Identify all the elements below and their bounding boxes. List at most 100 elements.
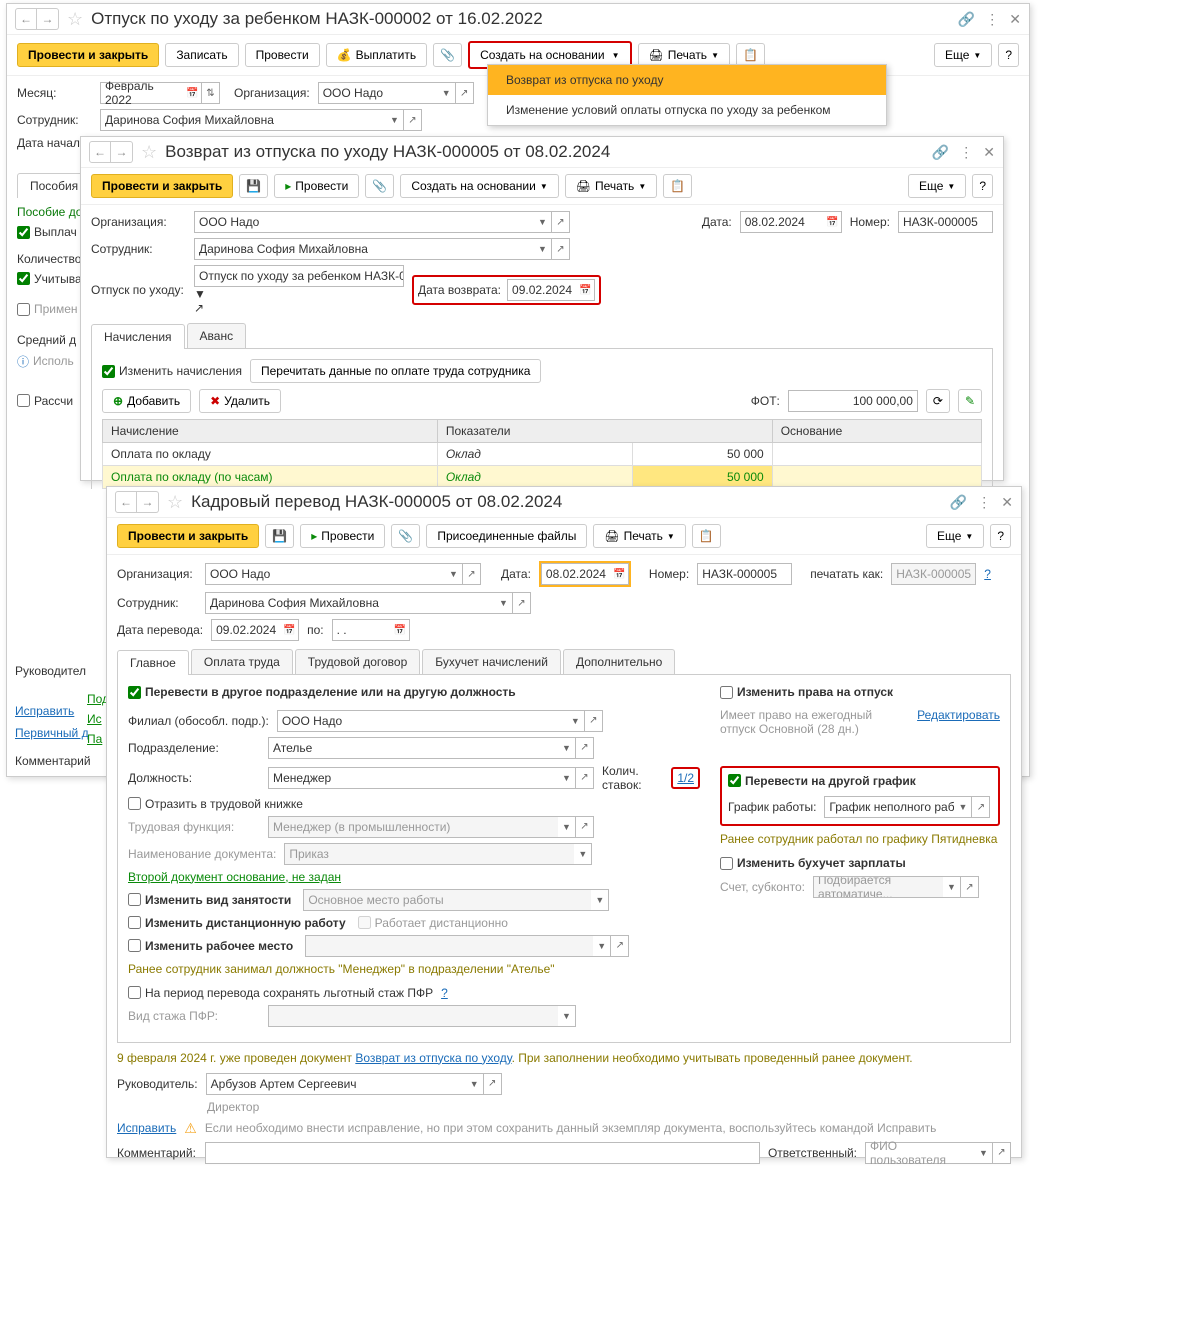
chk-transfer[interactable]: Перевести в другое подразделение или на … [128, 685, 516, 699]
emp-dd[interactable]: ▼ [534, 238, 552, 260]
month-cal-icon[interactable]: 📅 [184, 82, 202, 104]
resp-dd[interactable]: ▼ [975, 1142, 993, 1164]
help-button[interactable]: ? [990, 524, 1011, 548]
pos-input[interactable]: Менеджер [268, 767, 558, 789]
org-input[interactable]: ООО Надо [318, 82, 438, 104]
print-button[interactable]: 🖨 Печать ▼ [593, 524, 685, 548]
org-dd[interactable]: ▼ [445, 563, 463, 585]
nav-back[interactable]: ← [15, 8, 37, 30]
func-dd[interactable]: ▼ [558, 816, 576, 838]
resp-input[interactable]: ФИО пользователя [865, 1142, 975, 1164]
month-input[interactable]: Февраль 2022 [100, 82, 184, 104]
post-button[interactable]: Провести [245, 43, 320, 67]
dep-input[interactable]: Ателье [268, 737, 558, 759]
more-button[interactable]: Еще ▼ [926, 524, 984, 548]
tdate-cal[interactable]: 📅 [281, 619, 299, 641]
nav-back[interactable]: ← [89, 141, 111, 163]
acc-dd[interactable]: ▼ [943, 876, 961, 898]
date-input[interactable]: 08.02.2024 [541, 563, 611, 585]
sched-dd[interactable]: ▼ [954, 796, 972, 818]
fil-ext[interactable]: ↗ [585, 710, 603, 732]
emp-ext[interactable]: ↗ [404, 109, 422, 131]
org-input[interactable]: ООО Надо [205, 563, 445, 585]
post-close-button[interactable]: Провести и закрыть [17, 43, 159, 67]
tab-extra[interactable]: Дополнительно [563, 649, 675, 674]
del-button[interactable]: ✖ Удалить [199, 389, 281, 413]
second-doc-link[interactable]: Второй документ основание, не задан [128, 870, 341, 884]
link-icon[interactable]: 🔗 [932, 144, 949, 161]
workplace-dd[interactable]: ▼ [593, 935, 611, 957]
post-close-button[interactable]: Провести и закрыть [91, 174, 233, 198]
star-icon[interactable]: ☆ [167, 492, 183, 513]
chk-pfr[interactable]: На период перевода сохранять льготный ст… [128, 986, 433, 1000]
nav-fwd[interactable]: → [137, 491, 159, 513]
chk-sched[interactable]: Перевести на другой график [728, 774, 916, 788]
emp-dd[interactable]: ▼ [495, 592, 513, 614]
copy-button[interactable]: 📋 [663, 174, 692, 198]
print-button[interactable]: 🖨 Печать ▼ [565, 174, 657, 198]
help-button[interactable]: ? [972, 174, 993, 198]
add-button[interactable]: ⊕ Добавить [102, 389, 191, 413]
ruk-ext[interactable]: ↗ [484, 1073, 502, 1095]
sched-input[interactable]: График неполного рабочего [824, 796, 954, 818]
to-cal[interactable]: 📅 [392, 619, 410, 641]
pos-ext[interactable]: ↗ [576, 767, 594, 789]
apply-checkbox[interactable]: Примен [17, 302, 78, 316]
printas-help[interactable]: ? [984, 567, 991, 581]
pay-checkbox[interactable]: Выплач [17, 225, 77, 239]
fot-input[interactable]: 100 000,00 [788, 390, 918, 412]
org-input[interactable]: ООО Надо [194, 211, 534, 233]
pay-button[interactable]: 💰Выплатить [326, 43, 427, 67]
org-ext[interactable]: ↗ [456, 82, 474, 104]
date-input[interactable]: 08.02.2024 [740, 211, 824, 233]
ruk-input[interactable]: Арбузов Артем Сергеевич [206, 1073, 466, 1095]
uch-checkbox[interactable]: Учитыва [17, 272, 82, 286]
tdate-input[interactable]: 09.02.2024 [211, 619, 281, 641]
save-button[interactable]: Записать [165, 43, 238, 67]
emptype-dd[interactable]: ▼ [591, 889, 609, 911]
leave-input[interactable]: Отпуск по уходу за ребенком НАЗК-0000 [194, 265, 404, 287]
nav-fwd[interactable]: → [111, 141, 133, 163]
emp-input[interactable]: Даринова София Михайловна [194, 238, 534, 260]
printas-input[interactable]: НАЗК-000005 [891, 563, 976, 585]
chk-vac-rights[interactable]: Изменить права на отпуск [720, 685, 893, 699]
attach-button[interactable]: 📎 [433, 43, 462, 67]
tab-avans[interactable]: Аванс [187, 323, 247, 348]
cal-icon[interactable]: 📅 [611, 563, 629, 585]
copy-button[interactable]: 📋 [692, 524, 721, 548]
func-ext[interactable]: ↗ [576, 816, 594, 838]
org-ext[interactable]: ↗ [463, 563, 481, 585]
emp-input[interactable]: Даринова София Михайловна [100, 109, 386, 131]
emp-ext[interactable]: ↗ [513, 592, 531, 614]
docname-dd[interactable]: ▼ [574, 843, 592, 865]
link-icon[interactable]: 🔗 [950, 494, 967, 511]
num-input[interactable]: НАЗК-000005 [898, 211, 993, 233]
acc-ext[interactable]: ↗ [961, 876, 979, 898]
close-icon[interactable]: ✕ [983, 144, 995, 161]
ruk-dd[interactable]: ▼ [466, 1073, 484, 1095]
help-button[interactable]: ? [998, 43, 1019, 67]
pfr-help[interactable]: ? [441, 986, 448, 1000]
tab-pay[interactable]: Оплата труда [191, 649, 293, 674]
resp-ext[interactable]: ↗ [993, 1142, 1011, 1164]
vac-edit-link[interactable]: Редактировать [917, 708, 1000, 736]
chk-change-nach[interactable]: Изменить начисления [102, 364, 242, 378]
attach-button[interactable]: 📎 [391, 524, 420, 548]
fil-input[interactable]: ООО Надо [277, 710, 567, 732]
link-icon[interactable]: 🔗 [958, 11, 975, 28]
close-icon[interactable]: ✕ [1001, 494, 1013, 511]
leave-dd[interactable]: ▼ [194, 287, 404, 301]
reread-button[interactable]: Перечитать данные по оплате труда сотруд… [250, 359, 541, 383]
edit-button[interactable]: ✎ [958, 389, 982, 413]
star-icon[interactable]: ☆ [141, 142, 157, 163]
org-dd[interactable]: ▼ [534, 211, 552, 233]
comm-input[interactable] [205, 1142, 760, 1164]
nav-fwd[interactable]: → [37, 8, 59, 30]
nav-back[interactable]: ← [115, 491, 137, 513]
month-arrows-icon[interactable]: ⇅ [202, 82, 220, 104]
num-input[interactable]: НАЗК-000005 [697, 563, 792, 585]
more-icon[interactable]: ⋮ [977, 494, 991, 511]
chk-emptype[interactable]: Изменить вид занятости [128, 893, 291, 907]
menu-return-from-leave[interactable]: Возврат из отпуска по уходу [488, 65, 886, 95]
tab-contract[interactable]: Трудовой договор [295, 649, 420, 674]
